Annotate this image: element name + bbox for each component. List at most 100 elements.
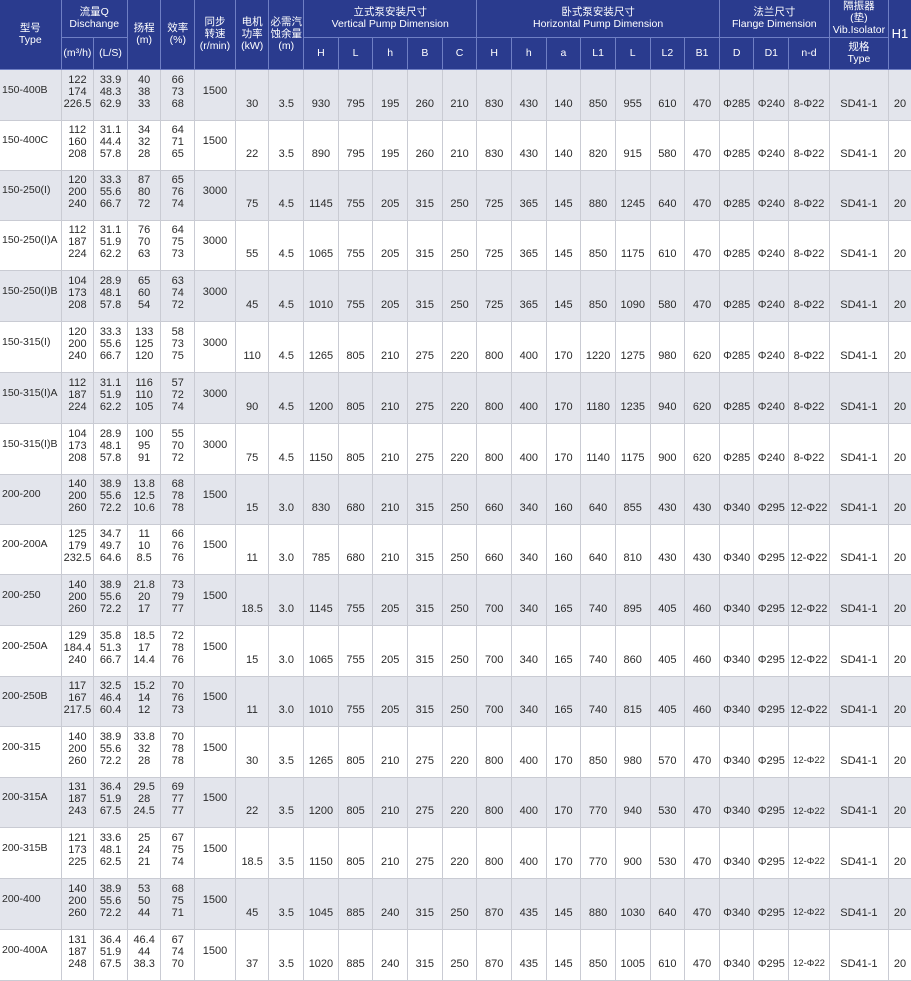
cell-flow-m3h-value: 104 <box>68 274 87 287</box>
cell-h1: 20 <box>888 827 911 879</box>
cell-h-l2: 980 <box>650 321 686 373</box>
isolator-header: 隔振器 (垫) Vib.Isolator <box>829 0 889 38</box>
cell-isolator: SD41-1 <box>829 69 889 121</box>
cell-efficiency: 58 73 75 <box>160 321 196 373</box>
cell-type: 200-400A <box>0 929 62 981</box>
cell-flange-d: Φ340 <box>719 929 755 981</box>
cell-v-c: 250 <box>442 878 478 930</box>
cell-efficiency-value: 70 <box>171 680 184 692</box>
cell-head-value: 13.8 <box>133 478 155 490</box>
v-b-subheader: B <box>407 37 443 70</box>
cell-v-b: 275 <box>407 321 443 373</box>
cell-head-value: 14 <box>138 692 151 704</box>
cell-h-h: 700 <box>476 574 512 626</box>
cell-head-value: 25 <box>138 831 151 844</box>
cell-v-c: 220 <box>442 321 478 373</box>
cell-head-value: 80 <box>138 186 151 198</box>
cell-flow-m3h: 125 179 232.5 <box>61 524 95 575</box>
cell-efficiency-value: 75 <box>171 236 184 248</box>
cell-flange-d1: Φ295 <box>753 929 790 981</box>
cell-flow-ls-value: 51.9 <box>99 945 122 958</box>
cell-h-b1: 470 <box>684 777 720 828</box>
cell-h-h: 660 <box>476 474 512 525</box>
cell-flow-ls-value: 31.1 <box>99 224 122 236</box>
cell-h-h-small: 365 <box>511 270 547 322</box>
cell-v-l: 795 <box>338 69 374 121</box>
cell-v-l: 805 <box>338 321 374 373</box>
cell-flow-m3h-value: 260 <box>68 906 87 919</box>
cell-npsh: 4.5 <box>268 270 305 322</box>
cell-head-value: 38 <box>138 85 151 98</box>
cell-h-h: 725 <box>476 170 512 221</box>
cell-h-l1: 850 <box>580 69 616 121</box>
cell-flange-nd: 8-Φ22 <box>788 321 830 373</box>
cell-efficiency-value: 64 <box>171 224 184 236</box>
cell-h-l: 900 <box>615 827 651 879</box>
cell-efficiency-value: 77 <box>171 602 184 615</box>
cell-v-h-small: 210 <box>372 372 409 424</box>
cell-v-b: 315 <box>407 474 443 525</box>
cell-flow-ls-value: 72.2 <box>99 602 122 615</box>
cell-speed: 1500 <box>194 827 236 879</box>
cell-efficiency: 65 76 74 <box>160 170 196 221</box>
h-l1-subheader: L1 <box>580 37 616 70</box>
cell-v-c: 220 <box>442 777 478 828</box>
cell-h-l: 1175 <box>615 423 651 475</box>
cell-flow-m3h: 112 160 208 <box>61 120 95 171</box>
isolator-spec-subheader: 规格 Type <box>829 37 889 70</box>
cell-flange-nd: 12-Φ22 <box>788 878 830 930</box>
table-row: 150-400B 122 174 226.5 33.9 48.3 62.9 40 38 33 66 7… <box>0 69 911 121</box>
cell-v-c: 250 <box>442 524 478 575</box>
cell-head-value: 38.3 <box>133 957 155 970</box>
cell-efficiency-value: 72 <box>171 451 184 464</box>
cell-v-b: 260 <box>407 69 443 121</box>
cell-head: 100 95 91 <box>127 423 162 475</box>
cell-flow-m3h-value: 125 <box>68 528 87 540</box>
cell-npsh: 3.0 <box>268 625 305 677</box>
cell-efficiency-value: 76 <box>171 186 184 198</box>
cell-head-value: 63 <box>138 248 151 260</box>
cell-efficiency-value: 68 <box>171 882 184 895</box>
cell-v-b: 315 <box>407 625 443 677</box>
cell-h-h: 800 <box>476 423 512 475</box>
cell-flow-m3h: 122 174 226.5 <box>61 69 95 121</box>
cell-efficiency-value: 78 <box>171 742 184 755</box>
cell-efficiency-value: 75 <box>171 843 184 856</box>
cell-head: 34 32 28 <box>127 120 162 171</box>
cell-flow-ls: 38.9 55.6 72.2 <box>93 574 128 626</box>
cell-power: 75 <box>235 423 270 475</box>
cell-isolator: SD41-1 <box>829 676 889 727</box>
cell-h-b1: 460 <box>684 574 720 626</box>
cell-flow-m3h-value: 174 <box>68 85 87 98</box>
cell-flow-m3h: 131 187 243 <box>61 777 95 828</box>
cell-h-l1: 850 <box>580 270 616 322</box>
cell-v-b: 315 <box>407 170 443 221</box>
cell-flange-d: Φ340 <box>719 625 755 677</box>
cell-h-h-small: 400 <box>511 423 547 475</box>
cell-h1: 20 <box>888 220 911 271</box>
cell-flow-m3h-value: 208 <box>68 298 87 311</box>
cell-flow-ls: 36.4 51.9 67.5 <box>93 929 128 981</box>
cell-flow-ls-value: 49.7 <box>99 540 122 552</box>
cell-flow-m3h-value: 200 <box>68 590 87 603</box>
cell-v-h-small: 210 <box>372 423 409 475</box>
cell-npsh: 4.5 <box>268 423 305 475</box>
cell-speed: 1500 <box>194 524 236 575</box>
cell-v-h-small: 210 <box>372 726 409 778</box>
cell-flange-d1: Φ295 <box>753 524 790 575</box>
cell-flow-m3h-value: 104 <box>68 427 87 440</box>
cell-flange-nd: 12-Φ22 <box>788 625 830 677</box>
cell-flow-ls-value: 62.9 <box>99 97 122 110</box>
cell-head-value: 87 <box>138 174 151 186</box>
cell-head-value: 60 <box>138 286 151 299</box>
cell-type: 150-315(I) <box>0 321 62 373</box>
table-row: 200-250 140 200 260 38.9 55.6 72.2 21.8 20 17 73 79… <box>0 574 911 626</box>
cell-v-c: 220 <box>442 726 478 778</box>
cell-v-h-small: 205 <box>372 270 409 322</box>
cell-h-a: 145 <box>546 270 582 322</box>
cell-h-h: 725 <box>476 220 512 271</box>
table-body: 150-400B 122 174 226.5 33.9 48.3 62.9 40 38 33 66 7… <box>0 69 911 981</box>
cell-flow-ls: 33.6 48.1 62.5 <box>93 827 128 879</box>
cell-npsh: 3.0 <box>268 474 305 525</box>
cell-h-a: 170 <box>546 726 582 778</box>
